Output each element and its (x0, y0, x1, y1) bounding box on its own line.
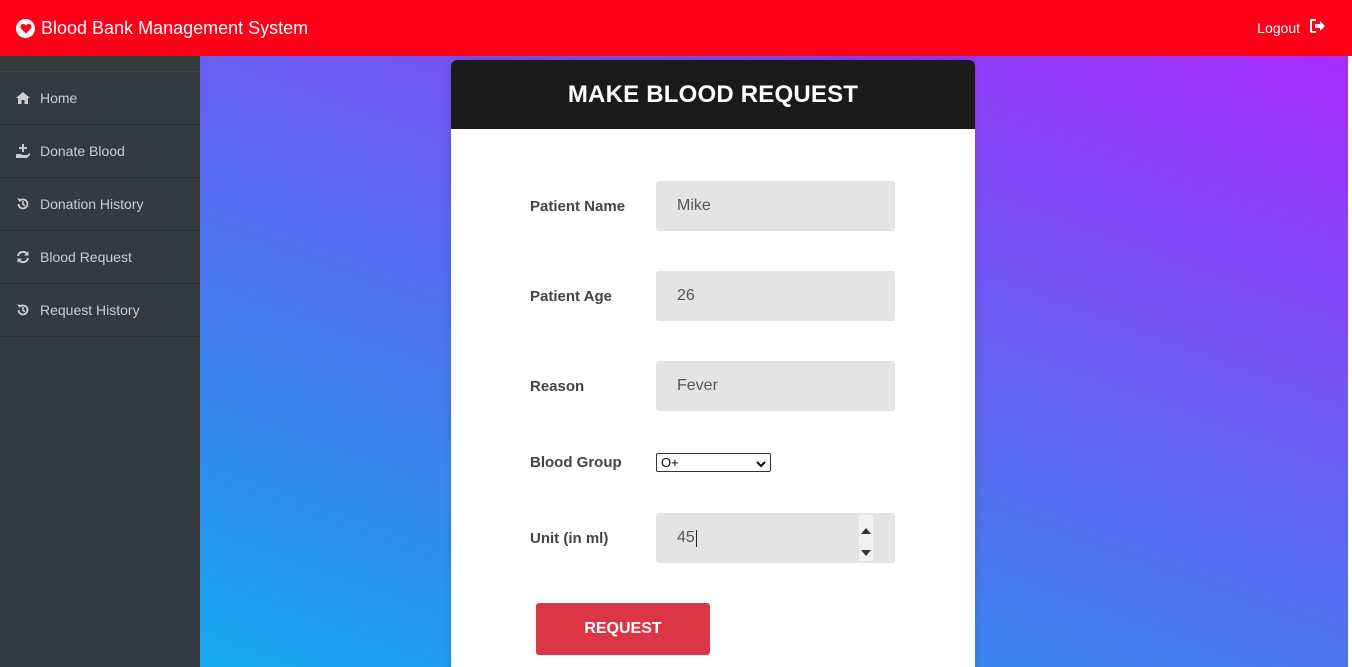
blood-group-select[interactable]: O+ (656, 453, 771, 472)
hand-holding-icon (15, 143, 31, 159)
sidebar-item-donate-blood[interactable]: Donate Blood (0, 125, 200, 178)
history-icon (15, 302, 31, 318)
blood-group-label: Blood Group (530, 454, 622, 471)
blood-group-selected: O+ (661, 455, 679, 470)
patient-age-label: Patient Age (530, 288, 612, 305)
reason-input[interactable] (656, 361, 895, 411)
sidebar-item-label: Request History (40, 302, 140, 318)
heart-icon (16, 18, 35, 38)
chevron-down-icon (756, 457, 766, 472)
blood-request-card: MAKE BLOOD REQUEST Patient Name Patient … (451, 60, 975, 667)
patient-age-input[interactable] (656, 271, 895, 321)
unit-input[interactable]: 45 (656, 513, 895, 563)
patient-name-input[interactable] (656, 181, 895, 231)
sidebar-item-label: Donate Blood (40, 143, 125, 159)
brand[interactable]: Blood Bank Management System (16, 18, 308, 39)
reason-label: Reason (530, 378, 585, 395)
app-title: Blood Bank Management System (41, 17, 309, 38)
sidebar-item-donation-history[interactable]: Donation History (0, 178, 200, 231)
page-title: MAKE BLOOD REQUEST (567, 80, 859, 108)
sidebar-item-home[interactable]: Home (0, 72, 200, 125)
text-caret (695, 529, 697, 547)
patient-name-label: Patient Name (530, 198, 626, 215)
unit-label: Unit (in ml) (530, 530, 609, 547)
logout-link[interactable]: Logout (1257, 0, 1326, 56)
sidebar: Home Donate Blood Donation History Blood… (0, 56, 200, 667)
sign-out-icon (1310, 18, 1326, 38)
request-button[interactable]: REQUEST (536, 603, 710, 655)
sidebar-item-blood-request[interactable]: Blood Request (0, 231, 200, 284)
card-header: MAKE BLOOD REQUEST (451, 60, 975, 129)
top-navbar: Blood Bank Management System Logout (0, 0, 1352, 56)
logout-label: Logout (1257, 20, 1300, 36)
spinner-up-icon[interactable] (861, 523, 871, 534)
unit-value: 45 (677, 529, 695, 546)
scrollbar-track[interactable] (1348, 56, 1352, 667)
sidebar-item-label: Home (40, 90, 78, 106)
sidebar-item-label: Donation History (40, 196, 144, 212)
sidebar-item-request-history[interactable]: Request History (0, 284, 200, 337)
home-icon (15, 90, 31, 106)
refresh-icon (15, 249, 31, 265)
sidebar-item-label: Blood Request (40, 249, 132, 265)
spinner-down-icon[interactable] (861, 545, 871, 556)
unit-spinner[interactable] (859, 515, 873, 561)
history-icon (15, 196, 31, 212)
